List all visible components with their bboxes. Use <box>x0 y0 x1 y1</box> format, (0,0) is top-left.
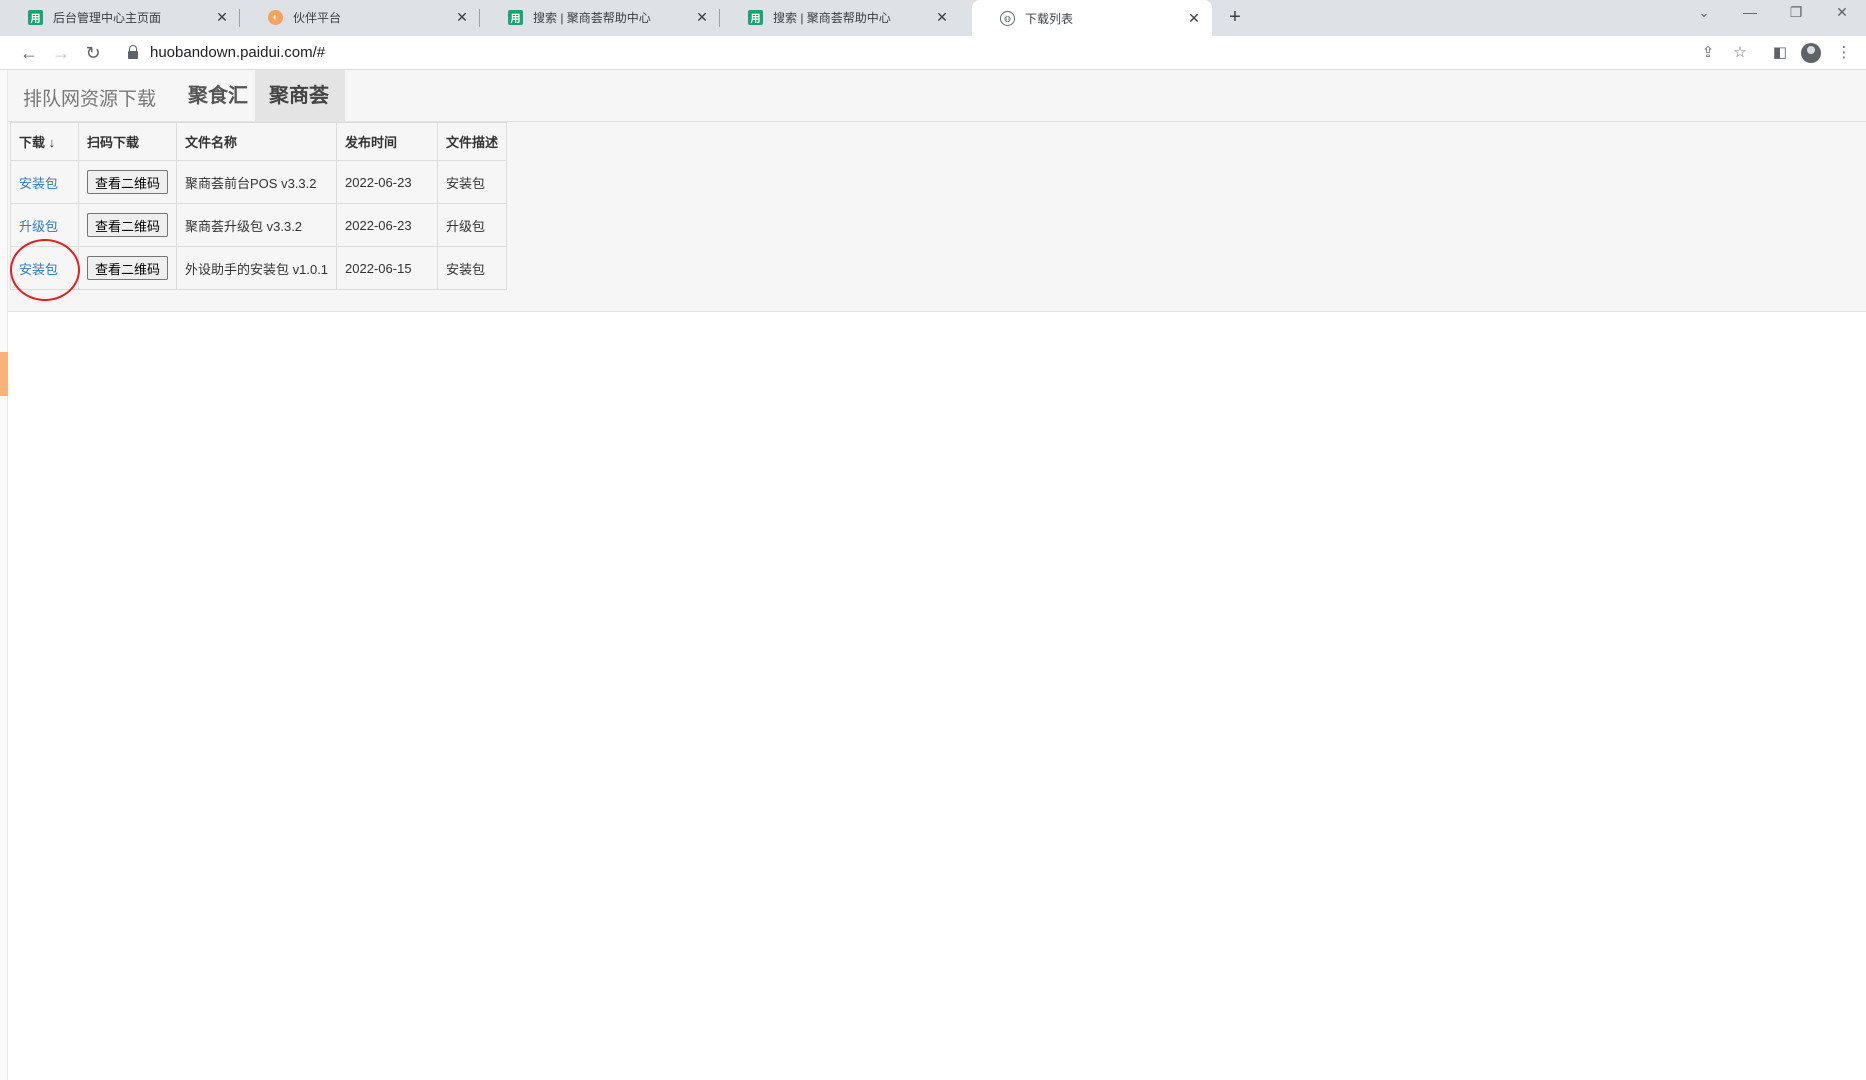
column-header-qr: 扫码下载 <box>77 122 178 161</box>
tab-title: 下载列表 <box>1025 11 1074 26</box>
tab-admin-home[interactable]: 用 后台管理中心主页面 ✕ <box>0 0 240 34</box>
app-icon: 用 <box>28 9 43 25</box>
tab-search-icon[interactable]: ⌄ <box>1690 4 1718 21</box>
table-row: 安装包 查看二维码 外设助手的安装包 v1.0.1 2022-06-15 安装包 <box>10 246 508 290</box>
file-description: 安装包 <box>437 160 508 204</box>
back-icon[interactable]: ← <box>16 40 42 66</box>
browser-toolbar: ← → ↻ huobandown.paidui.com/# ⇪ ☆ ◧ ⋮ <box>0 36 1866 70</box>
tab-title: 后台管理中心主页面 <box>53 10 162 25</box>
publish-date: 2022-06-15 <box>336 246 439 290</box>
page-content: 排队网资源下载 聚食汇 聚商荟 下载 ↓ 扫码下载 文件名称 发布时间 文件描述… <box>8 70 1866 1080</box>
close-icon[interactable]: ✕ <box>692 9 712 26</box>
file-description: 安装包 <box>437 246 508 290</box>
tab-title: 搜索 | 聚商荟帮助中心 <box>533 10 651 25</box>
file-name: 外设助手的安装包 v1.0.1 <box>176 246 338 290</box>
close-icon[interactable]: ✕ <box>212 9 232 26</box>
restore-button[interactable]: ❐ <box>1782 4 1810 21</box>
close-window-button[interactable]: ✕ <box>1828 4 1856 21</box>
close-icon[interactable]: ✕ <box>932 9 952 26</box>
address-bar[interactable]: huobandown.paidui.com/# <box>150 44 325 61</box>
side-marker <box>0 352 8 396</box>
qr-cell: 查看二维码 <box>77 246 178 290</box>
tab-title: 搜索 | 聚商荟帮助中心 <box>773 10 891 25</box>
publish-date: 2022-06-23 <box>336 203 439 247</box>
view-qr-button[interactable]: 查看二维码 <box>87 213 169 237</box>
table-row: 安装包 查看二维码 聚商荟前台POS v3.3.2 2022-06-23 安装包 <box>10 160 508 204</box>
tab-title: 伙伴平台 <box>293 10 342 25</box>
table-header-row: 下载 ↓ 扫码下载 文件名称 发布时间 文件描述 <box>10 122 508 161</box>
partner-icon: ◐ <box>268 9 283 25</box>
brand-title[interactable]: 排队网资源下载 <box>23 84 156 111</box>
tab-download-list[interactable]: ◍ 下载列表 ✕ <box>972 0 1212 36</box>
column-header-download[interactable]: 下载 ↓ <box>10 122 79 161</box>
file-description: 升级包 <box>437 203 508 247</box>
qr-cell: 查看二维码 <box>77 203 178 247</box>
left-edge-strip <box>0 70 8 1080</box>
app-icon: 用 <box>508 9 523 25</box>
bookmark-star-icon[interactable]: ☆ <box>1729 42 1751 64</box>
file-name: 聚商荟升级包 v3.3.2 <box>176 203 338 247</box>
navbar: 排队网资源下载 聚食汇 聚商荟 <box>8 70 1866 122</box>
menu-icon[interactable]: ⋮ <box>1833 42 1855 64</box>
new-tab-button[interactable]: + <box>1222 4 1248 30</box>
app-icon: 用 <box>748 9 763 25</box>
download-panel: 排队网资源下载 聚食汇 聚商荟 下载 ↓ 扫码下载 文件名称 发布时间 文件描述… <box>8 70 1866 312</box>
download-cell: 安装包 <box>10 160 79 204</box>
tab-partner-platform[interactable]: ◐ 伙伴平台 ✕ <box>240 0 480 34</box>
lock-icon[interactable] <box>128 45 138 59</box>
file-name: 聚商荟前台POS v3.3.2 <box>176 160 338 204</box>
view-qr-button[interactable]: 查看二维码 <box>87 170 169 194</box>
column-header-date: 发布时间 <box>336 122 439 161</box>
nav-item-jushihui[interactable]: 聚食汇 <box>174 70 262 122</box>
table-row: 升级包 查看二维码 聚商荟升级包 v3.3.2 2022-06-23 升级包 <box>10 203 508 247</box>
forward-icon[interactable]: → <box>48 40 74 66</box>
highlight-circle-annotation <box>10 239 80 301</box>
qr-cell: 查看二维码 <box>77 160 178 204</box>
tab-help-search-2[interactable]: 用 搜索 | 聚商荟帮助中心 ✕ <box>720 0 960 34</box>
download-table: 下载 ↓ 扫码下载 文件名称 发布时间 文件描述 安装包 查看二维码 聚商荟前台… <box>10 122 508 290</box>
minimize-button[interactable]: — <box>1736 4 1764 20</box>
view-qr-button[interactable]: 查看二维码 <box>87 256 169 280</box>
nav-item-jushanghui[interactable]: 聚商荟 <box>255 70 345 122</box>
reload-icon[interactable]: ↻ <box>80 40 106 66</box>
publish-date: 2022-06-23 <box>336 160 439 204</box>
tab-help-search-1[interactable]: 用 搜索 | 聚商荟帮助中心 ✕ <box>480 0 720 34</box>
share-icon[interactable]: ⇪ <box>1697 42 1719 64</box>
close-icon[interactable]: ✕ <box>452 9 472 26</box>
download-link[interactable]: 升级包 <box>19 219 58 234</box>
tab-strip: 用 后台管理中心主页面 ✕ ◐ 伙伴平台 ✕ 用 搜索 | 聚商荟帮助中心 ✕ … <box>0 0 1866 36</box>
profile-avatar[interactable] <box>1801 43 1821 63</box>
side-panel-icon[interactable]: ◧ <box>1769 42 1791 64</box>
download-link[interactable]: 安装包 <box>19 176 58 191</box>
close-icon[interactable]: ✕ <box>1184 10 1204 27</box>
column-header-desc: 文件描述 <box>437 122 508 161</box>
column-header-name: 文件名称 <box>176 122 338 161</box>
globe-icon: ◍ <box>1000 10 1015 26</box>
